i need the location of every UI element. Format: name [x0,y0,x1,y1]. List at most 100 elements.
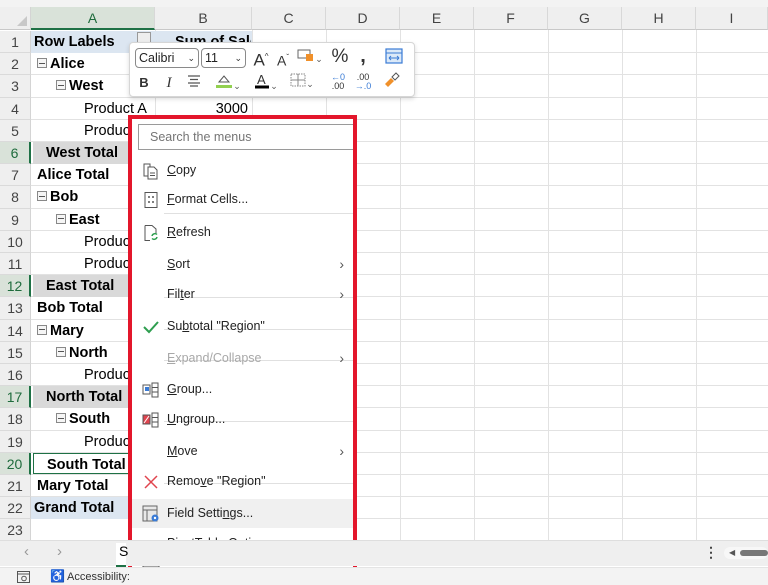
row-header[interactable]: 18 [0,408,31,431]
label-text: gs... [229,506,254,520]
fill-color-button[interactable]: ⌄ [213,73,243,96]
checkmark-icon [142,318,160,336]
column-header-f[interactable]: F [474,7,548,30]
search-menus-input[interactable] [138,124,353,150]
menu-item-subtotal[interactable]: Subtotal "Region" [132,312,353,341]
label-text: efresh [176,225,211,239]
cell-text: Alice Total [37,167,110,184]
column-header-e[interactable]: E [400,7,474,30]
bold-button[interactable]: B [137,73,151,93]
collapse-button[interactable] [37,324,47,335]
collapse-button[interactable] [37,58,47,69]
row-header[interactable]: 15 [0,341,31,364]
menu-item-format-cells[interactable]: Format Cells... [132,185,353,214]
row-header[interactable]: 7 [0,164,31,187]
font-name-select[interactable]: Calibri ⌄ [135,48,199,68]
column-header-c[interactable]: C [252,7,326,30]
row-header[interactable]: 14 [0,319,31,342]
row-header[interactable]: 16 [0,364,31,387]
horizontal-scrollbar[interactable]: ◀ [724,547,768,559]
row-header[interactable]: 4 [0,97,31,120]
row-header[interactable]: 17 [0,386,31,409]
row-header[interactable]: 1 [0,31,31,54]
sheet-tab[interactable]: S [116,543,128,567]
percent-style-icon[interactable]: % [330,47,350,67]
scroll-tabs-left-icon[interactable]: ‹ [24,543,29,560]
row-header[interactable]: 3 [0,75,31,98]
decrease-font-size-icon[interactable]: Aˇ [274,48,292,71]
accessibility-icon[interactable]: ♿ [50,569,65,583]
collapse-button[interactable] [37,191,47,202]
scroll-left-arrow-icon[interactable]: ◀ [729,548,735,557]
row-header[interactable]: 2 [0,53,31,76]
menu-item-label: Filter [167,280,195,309]
menu-item-refresh[interactable]: Refresh [132,218,353,247]
more-options-icon[interactable]: ⋮ [704,544,718,561]
scrollbar-thumb[interactable] [740,550,768,556]
borders-button[interactable]: ⌄ [287,73,317,94]
row-header[interactable]: 20 [0,452,31,475]
decrease-decimal-icon[interactable]: .00 →.0 [354,73,372,91]
label-text: er [183,287,195,301]
group-icon [142,381,160,399]
comma-style-icon[interactable]: , [355,46,371,66]
label-text: Fil [167,287,181,301]
menu-item-label: Refresh [167,218,211,247]
row-header[interactable]: 19 [0,430,31,453]
column-header-a[interactable]: A [31,7,155,30]
label-text: xpand/Collapse [175,351,262,365]
gridline [400,30,401,540]
label-text: Su [167,319,183,333]
mini-toolbar: Calibri ⌄ 11 ⌄ A^ Aˇ ⌄ % , B I ⌄ A ⌄ ⌄ ←0… [129,42,415,97]
row-header[interactable]: 6 [0,142,31,165]
column-header-g[interactable]: G [548,7,622,30]
collapse-button[interactable] [56,213,66,224]
column-header-i[interactable]: I [696,7,768,30]
chevron-down-icon: ⌄ [187,53,195,63]
column-header-b[interactable]: B [155,7,252,30]
menu-item-field-settings[interactable]: Field Settings... [132,499,353,528]
menu-item-remove[interactable]: Remove "Region" [132,467,353,496]
row-header[interactable]: 5 [0,119,31,142]
menu-item-group[interactable]: Group... [132,375,353,404]
accessibility-status[interactable]: Accessibility: [67,571,130,583]
menu-item-copy[interactable]: Copy [132,156,353,185]
label-text: Field Setti [167,506,223,520]
menu-item-filter[interactable]: Filter › [132,280,353,309]
row-header[interactable]: 10 [0,230,31,253]
font-color-button[interactable]: A ⌄ [251,72,281,96]
svg-text:A: A [257,73,266,87]
row-header[interactable]: 11 [0,253,31,276]
label-text: total "Region" [189,319,265,333]
menu-item-sort[interactable]: Sort › [132,250,353,279]
row-header[interactable]: 12 [0,275,31,298]
align-center-icon[interactable] [185,73,203,93]
column-header-d[interactable]: D [326,7,400,30]
cell-styles-icon[interactable]: ⌄ [296,48,324,69]
row-header[interactable]: 8 [0,186,31,209]
italic-button[interactable]: I [162,73,176,93]
row-header[interactable]: 23 [0,519,31,542]
menu-item-move[interactable]: Move › [132,437,353,466]
increase-decimal-icon[interactable]: ←0.00 [329,73,347,91]
column-header-h[interactable]: H [622,7,696,30]
format-painter-icon[interactable] [381,72,401,96]
font-size-select[interactable]: 11 ⌄ [201,48,246,68]
menu-item-ungroup[interactable]: Ungroup... [132,405,353,434]
collapse-button[interactable] [56,413,66,424]
wrap-text-icon[interactable] [383,48,405,70]
copy-icon [142,162,160,180]
scroll-tabs-right-icon[interactable]: › [57,543,62,560]
macro-recording-icon[interactable] [17,571,30,583]
chevron-right-icon: › [339,286,344,302]
menu-item-expand-collapse[interactable]: Expand/Collapse › [132,344,353,373]
increase-font-size-icon[interactable]: A^ [251,47,271,71]
row-header[interactable]: 21 [0,475,31,498]
collapse-button[interactable] [56,80,66,91]
row-header[interactable]: 9 [0,208,31,231]
menu-item-label: Field Settings... [167,499,253,528]
row-header[interactable]: 13 [0,297,31,320]
select-all-button[interactable] [0,7,31,30]
row-header[interactable]: 22 [0,497,31,520]
collapse-button[interactable] [56,346,66,357]
